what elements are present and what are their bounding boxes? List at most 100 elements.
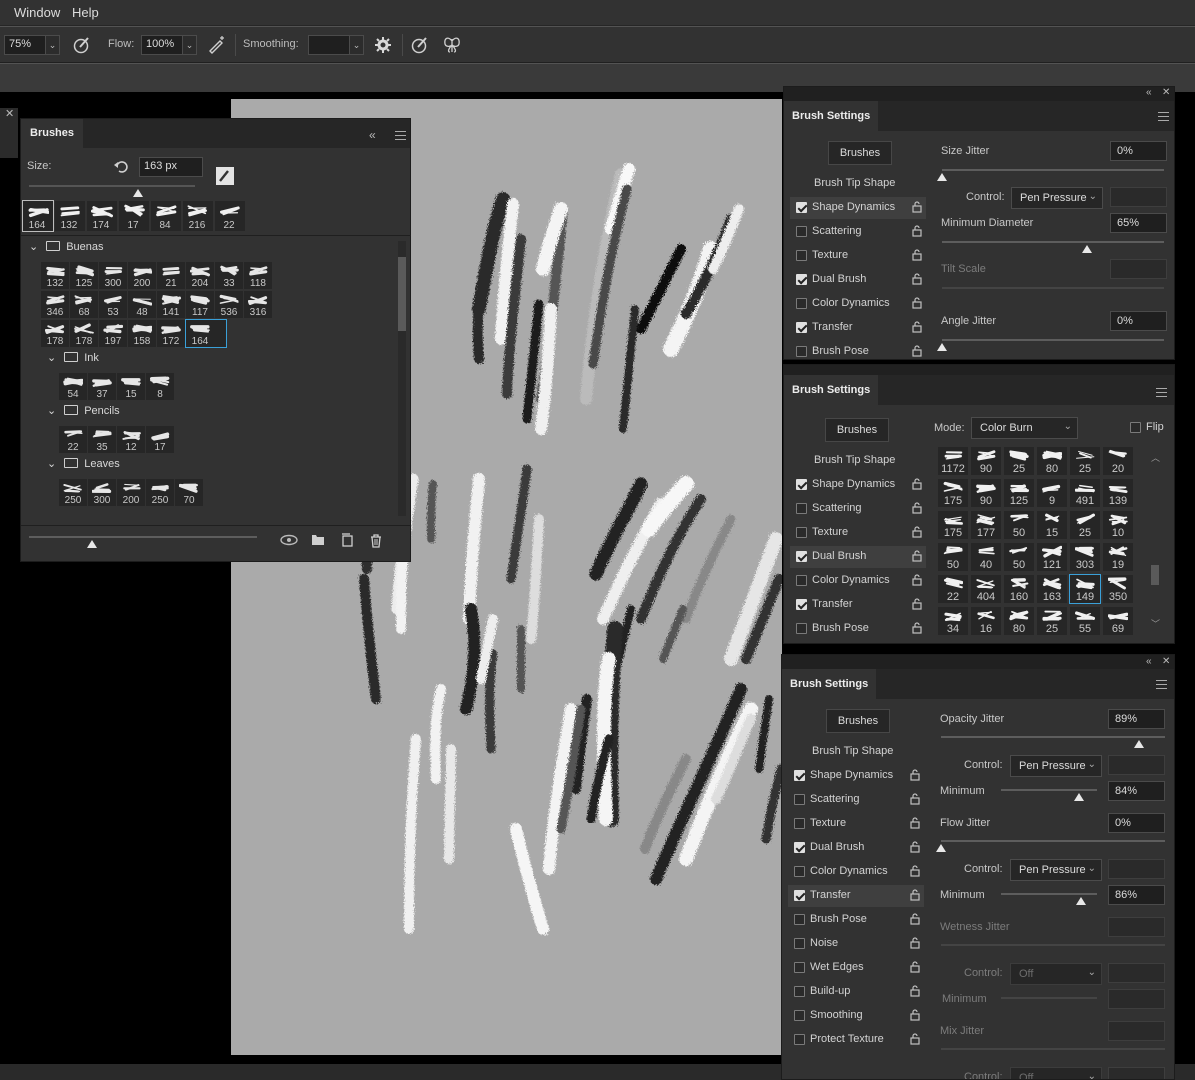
dual-brush-tip[interactable]: 15 [1037, 511, 1067, 539]
lock-icon[interactable] [910, 961, 920, 973]
dual-brush-tip[interactable]: 40 [971, 543, 1001, 571]
checkbox[interactable] [794, 962, 805, 973]
lock-icon[interactable] [912, 321, 922, 333]
lock-icon[interactable] [912, 345, 922, 357]
brush-preset-thumb[interactable]: 8 [146, 373, 174, 400]
symmetry-butterfly-icon[interactable] [442, 35, 462, 55]
dual-brush-tip[interactable]: 90 [971, 447, 1001, 475]
brush-preset-thumb[interactable]: 250 [146, 479, 174, 506]
brush-preset-thumb[interactable]: 536 [215, 291, 243, 318]
dual-brush-tip[interactable]: 149 [1069, 574, 1101, 604]
brushes-tab[interactable]: Brushes [21, 119, 84, 148]
setting-color-dynamics[interactable]: Color Dynamics [788, 861, 924, 883]
angle-jitter-field[interactable]: 0% [1110, 311, 1167, 331]
preview-size-slider[interactable] [29, 536, 257, 538]
dual-brush-tip[interactable]: 25 [1070, 511, 1100, 539]
close-icon[interactable]: ✕ [1162, 87, 1170, 98]
setting-texture[interactable]: Texture [790, 245, 926, 267]
menu-window[interactable]: Window [14, 5, 60, 20]
lock-icon[interactable] [912, 598, 922, 610]
collapse-panel-icon[interactable]: « [369, 128, 376, 142]
minimum-diameter-field[interactable]: 65% [1110, 213, 1167, 233]
dual-brush-tip[interactable]: 50 [1004, 511, 1034, 539]
checkbox[interactable] [796, 527, 807, 538]
brush-preset-thumb[interactable]: 117 [186, 291, 214, 318]
setting-transfer[interactable]: Transfer [788, 885, 924, 907]
setting-brush-tip-shape[interactable]: Brush Tip Shape [790, 450, 926, 472]
checkbox[interactable] [796, 575, 807, 586]
panel-menu-icon[interactable] [1156, 388, 1167, 397]
brush-preset-thumb[interactable]: 35 [88, 426, 116, 453]
checkbox[interactable] [794, 794, 805, 805]
opacity-jitter-slider[interactable] [941, 736, 1165, 738]
checkbox[interactable] [794, 866, 805, 877]
flow-minimum-slider[interactable] [1001, 893, 1097, 895]
lock-icon[interactable] [912, 550, 922, 562]
size-jitter-field[interactable]: 0% [1110, 141, 1167, 161]
flow-dropdown-arrow[interactable]: ⌄ [182, 35, 197, 55]
lock-icon[interactable] [910, 937, 920, 949]
setting-noise[interactable]: Noise [788, 933, 924, 955]
opacity-field[interactable]: 75% [4, 35, 46, 55]
opacity-minimum-knob[interactable] [1074, 793, 1084, 801]
dual-brush-tip[interactable]: 69 [1103, 607, 1133, 635]
gear-icon[interactable] [373, 35, 393, 55]
dual-brush-tip[interactable]: 10 [1103, 511, 1133, 539]
checkbox[interactable] [794, 938, 805, 949]
angle-jitter-slider[interactable] [942, 339, 1164, 341]
checkbox[interactable] [796, 479, 807, 490]
brush-preset-thumb[interactable]: 68 [70, 291, 98, 318]
brush-preset-thumb[interactable]: 204 [186, 262, 214, 289]
setting-transfer[interactable]: Transfer [790, 594, 926, 616]
menu-help[interactable]: Help [72, 5, 99, 20]
setting-protect-texture[interactable]: Protect Texture [788, 1029, 924, 1051]
setting-shape-dynamics[interactable]: Shape Dynamics [790, 474, 926, 496]
dual-brush-tip-grid[interactable]: 1172 90 25 80 25 20 175 90 125 9 491 139 175 177 50 15 2… [938, 447, 1146, 637]
checkbox[interactable] [794, 890, 805, 901]
recent-brush-thumb[interactable]: 132 [55, 201, 85, 231]
brush-preset-thumb[interactable]: 158 [128, 320, 156, 347]
dual-brush-tip[interactable]: 163 [1037, 575, 1067, 603]
brush-preset-thumb[interactable]: 21 [157, 262, 185, 289]
smoothing-dropdown-arrow[interactable]: ⌄ [349, 35, 364, 55]
dual-brush-tip[interactable]: 350 [1103, 575, 1133, 603]
setting-texture[interactable]: Texture [788, 813, 924, 835]
lock-icon[interactable] [910, 1009, 920, 1021]
setting-brush-pose[interactable]: Brush Pose [790, 341, 926, 359]
dual-brush-tip[interactable]: 20 [1103, 447, 1133, 475]
setting-shape-dynamics[interactable]: Shape Dynamics [788, 765, 924, 787]
setting-texture[interactable]: Texture [790, 522, 926, 544]
close-icon[interactable]: ✕ [5, 107, 14, 120]
brush-preset-thumb[interactable]: 197 [99, 320, 127, 347]
brush-list-scroll-thumb[interactable] [398, 257, 406, 331]
brush-group-ink[interactable]: ⌄ Ink [47, 351, 99, 371]
brush-preset-thumb[interactable]: 118 [244, 262, 272, 289]
dual-brush-tip[interactable]: 25 [1004, 447, 1034, 475]
lock-icon[interactable] [910, 913, 920, 925]
setting-dual-brush[interactable]: Dual Brush [790, 546, 926, 568]
dual-brush-tip[interactable]: 16 [971, 607, 1001, 635]
brush-preset-thumb[interactable]: 12 [117, 426, 145, 453]
opacity-minimum-slider[interactable] [1001, 789, 1097, 791]
brush-preset-thumb[interactable]: 125 [70, 262, 98, 289]
recent-brush-thumb[interactable]: 216 [183, 201, 213, 231]
new-brush-icon[interactable] [341, 533, 354, 547]
chevron-down-icon[interactable]: ⌄ [29, 241, 38, 253]
lock-icon[interactable] [912, 297, 922, 309]
recent-brush-thumb[interactable]: 174 [87, 201, 117, 231]
lock-icon[interactable] [912, 225, 922, 237]
scroll-down-icon[interactable]: ﹀ [1151, 617, 1160, 630]
size-field[interactable]: 163 px [139, 157, 203, 177]
dual-brush-tip[interactable]: 139 [1103, 479, 1133, 507]
collapse-icon[interactable]: « [1146, 87, 1152, 98]
airbrush-icon[interactable] [207, 35, 227, 55]
dual-brush-tip[interactable]: 125 [1004, 479, 1034, 507]
dual-brush-tip[interactable]: 25 [1037, 607, 1067, 635]
mode-dropdown[interactable]: Color Burn ⌄ [971, 417, 1078, 439]
setting-brush-tip-shape[interactable]: Brush Tip Shape [788, 741, 924, 763]
dual-brush-tip[interactable]: 80 [1037, 447, 1067, 475]
recent-brush-thumb[interactable]: 22 [215, 201, 245, 231]
lock-icon[interactable] [910, 865, 920, 877]
control-aux-field[interactable] [1108, 859, 1165, 879]
checkbox[interactable] [796, 226, 807, 237]
